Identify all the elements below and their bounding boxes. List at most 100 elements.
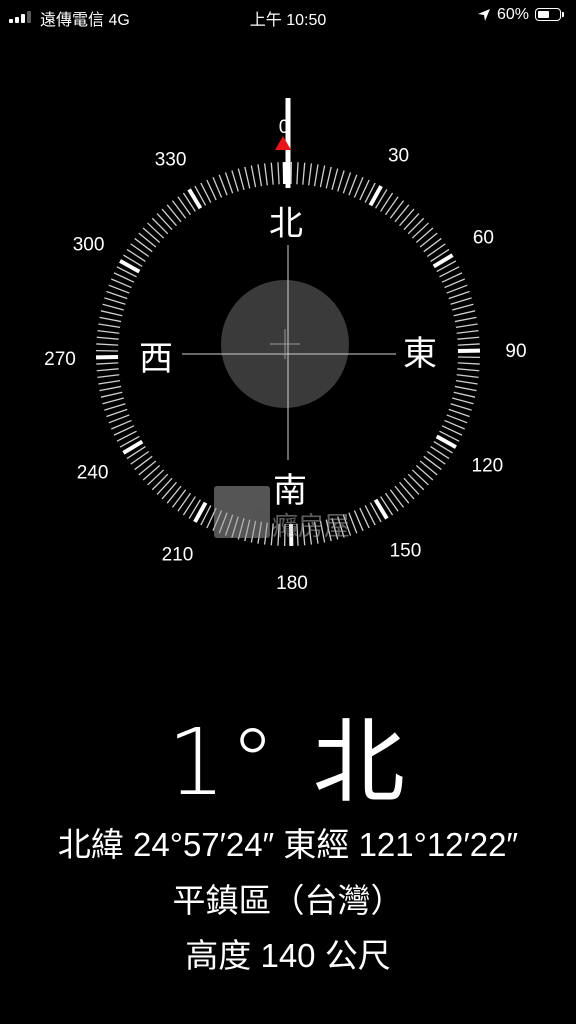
battery-percent: 60%	[497, 6, 530, 23]
compass-minor-tick	[337, 170, 345, 192]
compass-minor-tick	[97, 329, 120, 334]
compass-minor-tick	[394, 204, 410, 223]
compass-minor-tick	[423, 455, 442, 471]
location-arrow-icon	[478, 9, 490, 21]
compass-minor-tick	[166, 485, 182, 504]
compass-minor-tick	[99, 385, 122, 392]
watermark-logo-icon	[214, 486, 270, 538]
compass-minor-tick	[394, 485, 410, 504]
compass-minor-tick	[104, 297, 126, 305]
compass-minor-tick	[426, 243, 446, 258]
compass-minor-tick	[446, 284, 468, 294]
compass-minor-tick	[384, 196, 399, 216]
compass-minor-tick	[403, 213, 420, 231]
heading-readout: 1° 北	[167, 709, 409, 816]
compass-minor-tick	[342, 172, 352, 194]
compass-minor-tick	[161, 208, 177, 227]
compass-minor-tick	[250, 165, 257, 188]
compass-minor-tick	[100, 391, 123, 398]
compass-minor-tick	[218, 174, 228, 196]
status-bar: 遠傳電信 4G 上午 10:50 60%	[0, 0, 576, 32]
compass-minor-tick	[224, 172, 234, 194]
compass-minor-tick	[419, 460, 438, 476]
coordinates-text[interactable]: 北緯 24°57′24″ 東經 121°12′22″	[0, 818, 576, 866]
compass-minor-tick	[161, 481, 177, 500]
compass-minor-tick	[130, 450, 150, 465]
compass-minor-tick	[277, 162, 280, 185]
compass-minor-tick	[138, 232, 157, 248]
compass-minor-tick	[407, 473, 425, 491]
compass-minor-tick	[99, 316, 122, 323]
degree-label: 240	[77, 462, 109, 483]
compass-minor-tick	[403, 477, 420, 495]
compass-minor-tick	[319, 165, 326, 188]
watermark: 癮房屋	[214, 484, 364, 542]
compass-minor-tick	[415, 227, 434, 243]
compass-minor-tick	[98, 379, 121, 385]
compass-minor-tick	[389, 489, 405, 508]
compass-minor-tick	[454, 316, 477, 323]
compass-minor-tick	[97, 374, 120, 379]
compass-minor-tick	[452, 397, 474, 405]
compass-minor-tick	[134, 237, 153, 253]
compass-minor-tick	[423, 237, 442, 253]
compass-minor-tick	[100, 310, 123, 317]
compass-minor-tick	[389, 200, 405, 219]
compass-minor-tick	[142, 227, 161, 243]
battery-icon	[535, 8, 561, 21]
degree-label: 180	[276, 573, 308, 594]
compass-minor-tick	[452, 303, 474, 311]
compass-minor-tick	[455, 379, 478, 385]
compass-minor-tick	[177, 196, 192, 216]
cardinal-west: 西	[139, 339, 173, 379]
compass-minor-tick	[455, 323, 478, 329]
compass-minor-tick	[171, 489, 187, 508]
compass-minor-tick	[156, 213, 173, 231]
compass-minor-tick	[419, 232, 438, 248]
degree-label: 120	[472, 456, 504, 477]
compass-minor-tick	[257, 164, 263, 187]
compass-minor-tick	[130, 243, 150, 258]
compass-minor-tick	[448, 290, 470, 300]
compass-minor-tick	[263, 163, 268, 186]
compass-minor-tick	[399, 208, 415, 227]
battery-cap	[562, 12, 564, 17]
compass-minor-tick	[415, 465, 434, 481]
degree-label: 300	[73, 234, 105, 255]
compass-minor-tick	[308, 163, 313, 186]
elevation-text: 高度 140 公尺	[185, 937, 391, 974]
compass-minor-tick	[457, 368, 480, 372]
compass-minor-tick	[450, 297, 472, 305]
compass-minor-tick	[96, 368, 119, 372]
location-name: 平鎮區（台灣）	[172, 882, 404, 919]
compass-minor-tick	[106, 290, 128, 300]
degree-label: 30	[388, 146, 409, 167]
degree-label: 60	[473, 228, 494, 249]
compass-minor-tick	[102, 303, 124, 311]
compass-minor-tick	[231, 170, 239, 192]
compass-minor-tick	[104, 403, 126, 411]
cardinal-north: 北	[269, 204, 303, 244]
compass-minor-tick	[453, 310, 476, 317]
compass-minor-tick	[399, 481, 415, 500]
compass-minor-tick	[177, 492, 192, 512]
compass-minor-tick	[138, 460, 157, 476]
compass-minor-tick	[453, 391, 476, 398]
watermark-text: 癮房屋	[272, 512, 351, 542]
compass-minor-tick	[454, 385, 477, 392]
compass-minor-tick	[348, 174, 358, 196]
compass-minor-tick	[244, 166, 251, 189]
compass-minor-tick	[407, 217, 425, 235]
compass-minor-tick	[147, 222, 165, 239]
compass-minor-tick	[96, 362, 119, 365]
compass-minor-tick	[96, 343, 119, 346]
compass-minor-tick	[426, 450, 446, 465]
degree-label: 330	[155, 150, 187, 171]
compass-minor-tick	[456, 374, 479, 379]
compass-minor-tick	[411, 222, 429, 239]
compass-minor-tick	[108, 414, 130, 424]
compass-minor-tick	[106, 408, 128, 418]
compass-minor-tick	[456, 329, 479, 334]
compass-minor-tick	[302, 162, 306, 185]
degree-label: 150	[390, 540, 422, 561]
